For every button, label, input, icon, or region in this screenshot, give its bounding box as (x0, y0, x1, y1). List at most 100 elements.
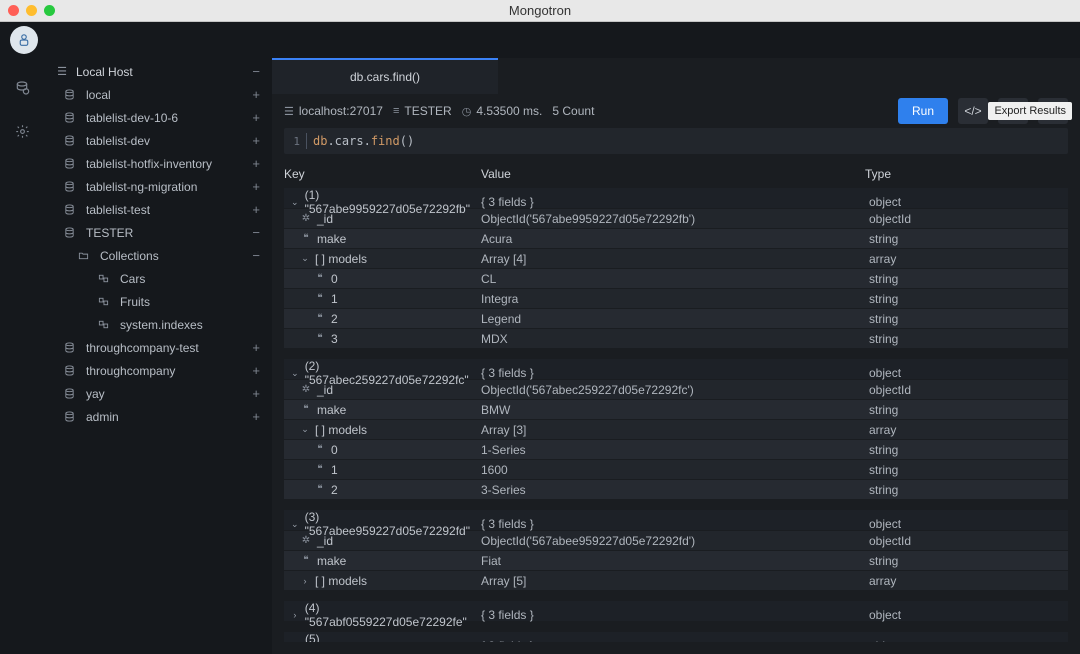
quote-icon: ❝ (300, 555, 312, 566)
result-document-row[interactable]: ⌄(2) "567abec259227d05e72292fc"{ 3 field… (284, 359, 1068, 379)
expand-icon[interactable]: + (250, 110, 262, 125)
chevron-down-icon[interactable]: ⌄ (290, 197, 300, 208)
result-field-row[interactable]: ❝23-Seriesstring (284, 480, 1068, 499)
database-row[interactable]: TESTER− (44, 221, 272, 244)
collection-icon (98, 296, 114, 307)
chevron-right-icon[interactable]: › (290, 641, 300, 642)
result-field-row[interactable]: ✲ _id ObjectId('567abe9959227d05e72292fb')… (284, 209, 1068, 228)
field-key: (5) "567abf4a59227d05e72292ff" (305, 632, 481, 642)
field-value: { 3 fields } (481, 639, 865, 642)
main-panel: db.cars.find() ☰localhost:27017 ≡TESTER … (272, 58, 1080, 654)
activity-bar (0, 58, 44, 654)
collection-label: system.indexes (120, 318, 262, 332)
field-type: objectId (865, 212, 1068, 226)
result-document-row[interactable]: ⌄(1) "567abe9959227d05e72292fb"{ 3 field… (284, 188, 1068, 208)
result-field-row[interactable]: ❝11600string (284, 460, 1068, 479)
field-key: 3 (331, 332, 338, 346)
database-icon (64, 181, 80, 192)
result-field-row[interactable]: ❝1Integrastring (284, 289, 1068, 308)
field-key: make (317, 232, 346, 246)
database-row[interactable]: tablelist-ng-migration+ (44, 175, 272, 198)
field-type: string (865, 272, 1068, 286)
expand-icon[interactable]: + (250, 386, 262, 401)
field-value: ObjectId('567abe9959227d05e72292fb') (481, 212, 865, 226)
database-icon (64, 112, 80, 123)
code-content: db.cars.find() (306, 133, 414, 149)
database-row[interactable]: tablelist-hotfix-inventory+ (44, 152, 272, 175)
chevron-down-icon[interactable]: ⌄ (290, 519, 300, 530)
quote-icon: ❝ (314, 313, 326, 324)
result-field-row[interactable]: ✲_idObjectId('567abee959227d05e72292fd')… (284, 531, 1068, 550)
collapse-icon[interactable]: − (250, 248, 262, 263)
chevron-down-icon[interactable]: ⌄ (290, 368, 300, 379)
field-value: ObjectId('567abee959227d05e72292fd') (481, 534, 865, 548)
collection-row[interactable]: Fruits (44, 290, 272, 313)
connections-icon[interactable] (14, 80, 30, 96)
database-label: throughcompany (86, 364, 250, 378)
database-icon (64, 135, 80, 146)
expand-icon[interactable]: + (250, 340, 262, 355)
result-field-row[interactable]: ⌄[ ] modelsArray [3]array (284, 420, 1068, 439)
chevron-right-icon[interactable]: › (300, 576, 310, 586)
expand-icon[interactable]: + (250, 156, 262, 171)
expand-icon[interactable]: + (250, 179, 262, 194)
field-type: array (865, 252, 1068, 266)
collapse-icon[interactable]: − (250, 64, 262, 79)
result-field-row[interactable]: ❝3MDXstring (284, 329, 1068, 348)
code-mode-button[interactable]: </> (958, 98, 988, 124)
result-document-row[interactable]: ›(4) "567abf0559227d05e72292fe"{ 3 field… (284, 601, 1068, 621)
gear-icon: ✲ (300, 213, 312, 224)
expand-icon[interactable]: + (250, 363, 262, 378)
expand-icon[interactable]: + (250, 133, 262, 148)
result-field-row[interactable]: ⌄[ ] modelsArray [4]array (284, 249, 1068, 268)
database-row[interactable]: throughcompany-test+ (44, 336, 272, 359)
collection-label: Fruits (120, 295, 262, 309)
result-document-row[interactable]: › (5) "567abf4a59227d05e72292ff"{ 3 field… (284, 632, 1068, 642)
result-field-row[interactable]: ❝makeAcurastring (284, 229, 1068, 248)
field-key: _id (317, 212, 333, 226)
database-icon (64, 89, 80, 100)
database-row[interactable]: yay+ (44, 382, 272, 405)
host-icon: ☰ (284, 105, 294, 118)
result-field-row[interactable]: ✲_idObjectId('567abec259227d05e72292fc')… (284, 380, 1068, 399)
database-label: tablelist-dev (86, 134, 250, 148)
database-row[interactable]: admin+ (44, 405, 272, 428)
result-field-row[interactable]: ❝makeBMWstring (284, 400, 1068, 419)
result-document-row[interactable]: ⌄(3) "567abee959227d05e72292fd"{ 3 field… (284, 510, 1068, 530)
collection-row[interactable]: system.indexes (44, 313, 272, 336)
col-type: Type (865, 167, 1068, 181)
query-tab[interactable]: db.cars.find() (272, 58, 498, 94)
expand-icon[interactable]: + (250, 409, 262, 424)
connection-label: Local Host (76, 65, 250, 79)
chevron-right-icon[interactable]: › (290, 610, 300, 620)
database-row[interactable]: tablelist-test+ (44, 198, 272, 221)
result-field-row[interactable]: ❝makeFiatstring (284, 551, 1068, 570)
quote-icon: ❝ (314, 293, 326, 304)
expand-icon[interactable]: + (250, 202, 262, 217)
connection-row[interactable]: ☰ Local Host − (44, 60, 272, 83)
expand-icon[interactable]: − (250, 225, 262, 240)
collections-label: Collections (100, 249, 250, 263)
collection-row[interactable]: Cars (44, 267, 272, 290)
result-field-row[interactable]: ❝01-Seriesstring (284, 440, 1068, 459)
database-row[interactable]: local+ (44, 83, 272, 106)
chevron-down-icon[interactable]: ⌄ (300, 424, 310, 435)
query-editor[interactable]: 1 db.cars.find() (284, 128, 1068, 154)
host-label: localhost:27017 (299, 104, 383, 118)
result-field-row[interactable]: ❝0CLstring (284, 269, 1068, 288)
expand-icon[interactable]: + (250, 87, 262, 102)
database-row[interactable]: tablelist-dev+ (44, 129, 272, 152)
field-type: string (865, 554, 1068, 568)
result-field-row[interactable]: ❝2Legendstring (284, 309, 1068, 328)
result-field-row[interactable]: ›[ ] modelsArray [5]array (284, 571, 1068, 590)
quote-icon: ❝ (314, 273, 326, 284)
database-row[interactable]: throughcompany+ (44, 359, 272, 382)
run-button[interactable]: Run (898, 98, 948, 124)
database-row[interactable]: tablelist-dev-10-6+ (44, 106, 272, 129)
collection-icon (98, 319, 114, 330)
chevron-down-icon[interactable]: ⌄ (300, 253, 310, 264)
collections-folder[interactable]: Collections− (44, 244, 272, 267)
col-value: Value (481, 167, 865, 181)
field-value: Array [4] (481, 252, 865, 266)
settings-icon[interactable] (15, 124, 30, 139)
